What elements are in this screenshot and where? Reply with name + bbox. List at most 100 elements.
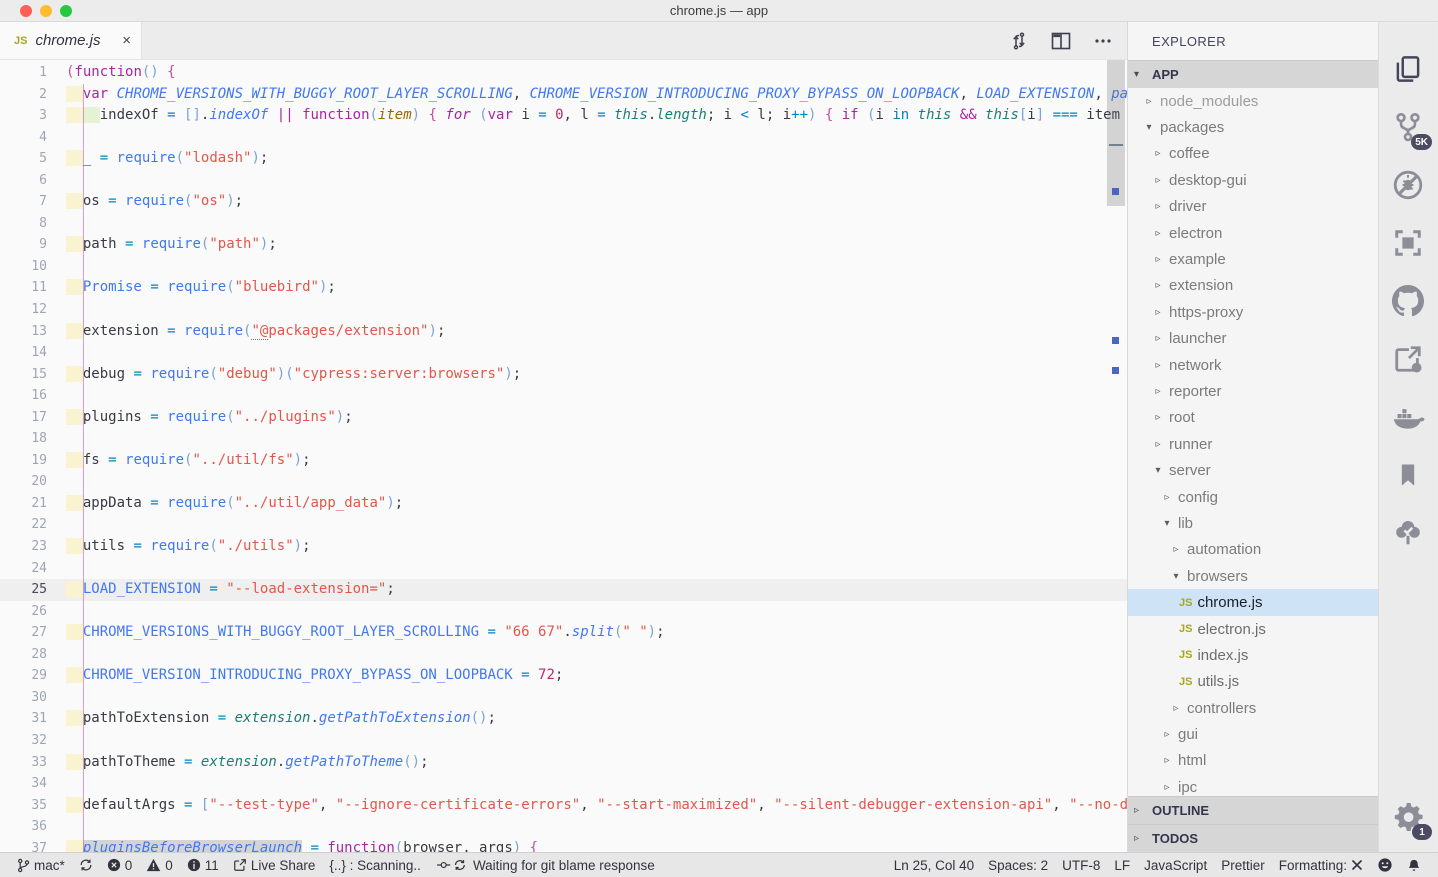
code-line-33[interactable]: 33 pathToTheme = extension.getPathToThem… bbox=[0, 752, 1127, 774]
bookmarks-icon[interactable] bbox=[1386, 446, 1430, 504]
code-line-35[interactable]: 35 defaultArgs = ["--test-type", "--igno… bbox=[0, 795, 1127, 817]
code-line-8[interactable]: 8 bbox=[0, 213, 1127, 235]
code-line-21[interactable]: 21 appData = require("../util/app_data")… bbox=[0, 493, 1127, 515]
folder-config[interactable]: ▹config bbox=[1128, 484, 1378, 510]
folder-https-proxy[interactable]: ▹https-proxy bbox=[1128, 299, 1378, 325]
status-git-branch[interactable]: mac* bbox=[10, 853, 72, 877]
section-header-outline[interactable]: ▹OUTLINE bbox=[1128, 796, 1378, 824]
code-line-25[interactable]: 25 LOAD_EXTENSION = "--load-extension="; bbox=[0, 579, 1127, 601]
status-errors[interactable]: 0 bbox=[100, 853, 140, 877]
code-line-9[interactable]: 9 path = require("path"); bbox=[0, 234, 1127, 256]
code-line-20[interactable]: 20 bbox=[0, 471, 1127, 493]
code-line-28[interactable]: 28 bbox=[0, 644, 1127, 666]
section-header-todos[interactable]: ▹TODOS bbox=[1128, 824, 1378, 852]
code-line-11[interactable]: 11 Promise = require("bluebird"); bbox=[0, 277, 1127, 299]
section-header-app[interactable]: ▾ APP bbox=[1128, 60, 1378, 88]
code-line-37[interactable]: 37 pluginsBeforeBrowserLaunch = function… bbox=[0, 838, 1127, 852]
status-indentation[interactable]: Spaces: 2 bbox=[981, 853, 1055, 877]
code-line-31[interactable]: 31 pathToExtension = extension.getPathTo… bbox=[0, 708, 1127, 730]
code-line-3[interactable]: 3 indexOf = [].indexOf || function(item)… bbox=[0, 105, 1127, 127]
folder-extension[interactable]: ▹extension bbox=[1128, 273, 1378, 299]
code-line-23[interactable]: 23 utils = require("./utils"); bbox=[0, 536, 1127, 558]
settings-icon[interactable]: 1 bbox=[1386, 788, 1430, 846]
code-line-27[interactable]: 27 CHROME_VERSIONS_WITH_BUGGY_ROOT_LAYER… bbox=[0, 622, 1127, 644]
folder-driver[interactable]: ▹driver bbox=[1128, 194, 1378, 220]
status-cursor-position[interactable]: Ln 25, Col 40 bbox=[887, 853, 981, 877]
code-line-22[interactable]: 22 bbox=[0, 514, 1127, 536]
file-chrome-js[interactable]: JSchrome.js bbox=[1128, 589, 1378, 615]
code-line-36[interactable]: 36 bbox=[0, 816, 1127, 838]
source-control-icon[interactable]: 5K bbox=[1386, 98, 1430, 156]
folder-reporter[interactable]: ▹reporter bbox=[1128, 378, 1378, 404]
code-line-18[interactable]: 18 bbox=[0, 428, 1127, 450]
close-window-button[interactable] bbox=[20, 5, 32, 17]
code-line-14[interactable]: 14 bbox=[0, 342, 1127, 364]
code-line-7[interactable]: 7 os = require("os"); bbox=[0, 191, 1127, 213]
folder-packages[interactable]: ▾packages bbox=[1128, 114, 1378, 140]
split-editor-icon[interactable] bbox=[1051, 32, 1071, 50]
code-line-17[interactable]: 17 plugins = require("../plugins"); bbox=[0, 407, 1127, 429]
folder-desktop-gui[interactable]: ▹desktop-gui bbox=[1128, 167, 1378, 193]
status-prettier[interactable]: Prettier bbox=[1214, 853, 1272, 877]
status-infos[interactable]: 11 bbox=[180, 853, 226, 877]
status-formatting[interactable]: Formatting: bbox=[1272, 853, 1370, 877]
code-editor[interactable]: 1(function() {2 var CHROME_VERSIONS_WITH… bbox=[0, 60, 1127, 852]
folder-automation[interactable]: ▹automation bbox=[1128, 537, 1378, 563]
status-eol[interactable]: LF bbox=[1107, 853, 1137, 877]
code-line-30[interactable]: 30 bbox=[0, 687, 1127, 709]
file-index-js[interactable]: JSindex.js bbox=[1128, 642, 1378, 668]
minimize-window-button[interactable] bbox=[40, 5, 52, 17]
status-sync[interactable] bbox=[72, 853, 100, 877]
code-line-19[interactable]: 19 fs = require("../util/fs"); bbox=[0, 450, 1127, 472]
folder-lib[interactable]: ▾lib bbox=[1128, 510, 1378, 536]
folder-controllers[interactable]: ▹controllers bbox=[1128, 695, 1378, 721]
folder-server[interactable]: ▾server bbox=[1128, 457, 1378, 483]
folder-gui[interactable]: ▹gui bbox=[1128, 721, 1378, 747]
status-git-blame[interactable]: Waiting for git blame response bbox=[428, 853, 662, 877]
scrollbar-thumb[interactable] bbox=[1107, 60, 1125, 206]
editor-scrollbar[interactable] bbox=[1105, 60, 1127, 852]
more-actions-icon[interactable] bbox=[1093, 31, 1113, 51]
folder-ipc[interactable]: ▹ipc bbox=[1128, 774, 1378, 796]
code-line-24[interactable]: 24 bbox=[0, 558, 1127, 580]
code-line-15[interactable]: 15 debug = require("debug")("cypress:ser… bbox=[0, 364, 1127, 386]
folder-root[interactable]: ▹root bbox=[1128, 405, 1378, 431]
folder-runner[interactable]: ▹runner bbox=[1128, 431, 1378, 457]
folder-node-modules[interactable]: ▹node_modules bbox=[1128, 88, 1378, 114]
code-line-29[interactable]: 29 CHROME_VERSION_INTRODUCING_PROXY_BYPA… bbox=[0, 665, 1127, 687]
code-line-16[interactable]: 16 bbox=[0, 385, 1127, 407]
status-feedback[interactable] bbox=[1370, 853, 1400, 877]
folder-browsers[interactable]: ▾browsers bbox=[1128, 563, 1378, 589]
github-icon[interactable] bbox=[1386, 272, 1430, 330]
status-warnings[interactable]: 0 bbox=[139, 853, 180, 877]
open-changes-icon[interactable] bbox=[1009, 31, 1029, 51]
folder-launcher[interactable]: ▹launcher bbox=[1128, 326, 1378, 352]
folder-coffee[interactable]: ▹coffee bbox=[1128, 141, 1378, 167]
share-icon[interactable] bbox=[1386, 330, 1430, 388]
folder-html[interactable]: ▹html bbox=[1128, 748, 1378, 774]
close-tab-icon[interactable]: × bbox=[122, 32, 131, 49]
folder-network[interactable]: ▹network bbox=[1128, 352, 1378, 378]
folder-example[interactable]: ▹example bbox=[1128, 246, 1378, 272]
code-line-32[interactable]: 32 bbox=[0, 730, 1127, 752]
code-line-26[interactable]: 26 bbox=[0, 601, 1127, 623]
code-line-13[interactable]: 13 extension = require("@packages/extens… bbox=[0, 321, 1127, 343]
status-language-mode[interactable]: JavaScript bbox=[1137, 853, 1214, 877]
code-line-34[interactable]: 34 bbox=[0, 773, 1127, 795]
folder-electron[interactable]: ▹electron bbox=[1128, 220, 1378, 246]
frame-icon[interactable] bbox=[1386, 214, 1430, 272]
code-line-1[interactable]: 1(function() { bbox=[0, 62, 1127, 84]
status-notifications[interactable] bbox=[1400, 853, 1428, 877]
status-live-share[interactable]: Live Share bbox=[226, 853, 323, 877]
code-line-6[interactable]: 6 bbox=[0, 170, 1127, 192]
code-line-5[interactable]: 5 _ = require("lodash"); bbox=[0, 148, 1127, 170]
debug-off-icon[interactable] bbox=[1386, 156, 1430, 214]
code-line-4[interactable]: 4 bbox=[0, 127, 1127, 149]
file-electron-js[interactable]: JSelectron.js bbox=[1128, 616, 1378, 642]
docker-icon[interactable] bbox=[1386, 388, 1430, 446]
maximize-window-button[interactable] bbox=[60, 5, 72, 17]
code-line-10[interactable]: 10 bbox=[0, 256, 1127, 278]
status-encoding[interactable]: UTF-8 bbox=[1055, 853, 1107, 877]
code-line-2[interactable]: 2 var CHROME_VERSIONS_WITH_BUGGY_ROOT_LA… bbox=[0, 84, 1127, 106]
test-tree-icon[interactable] bbox=[1386, 504, 1430, 562]
